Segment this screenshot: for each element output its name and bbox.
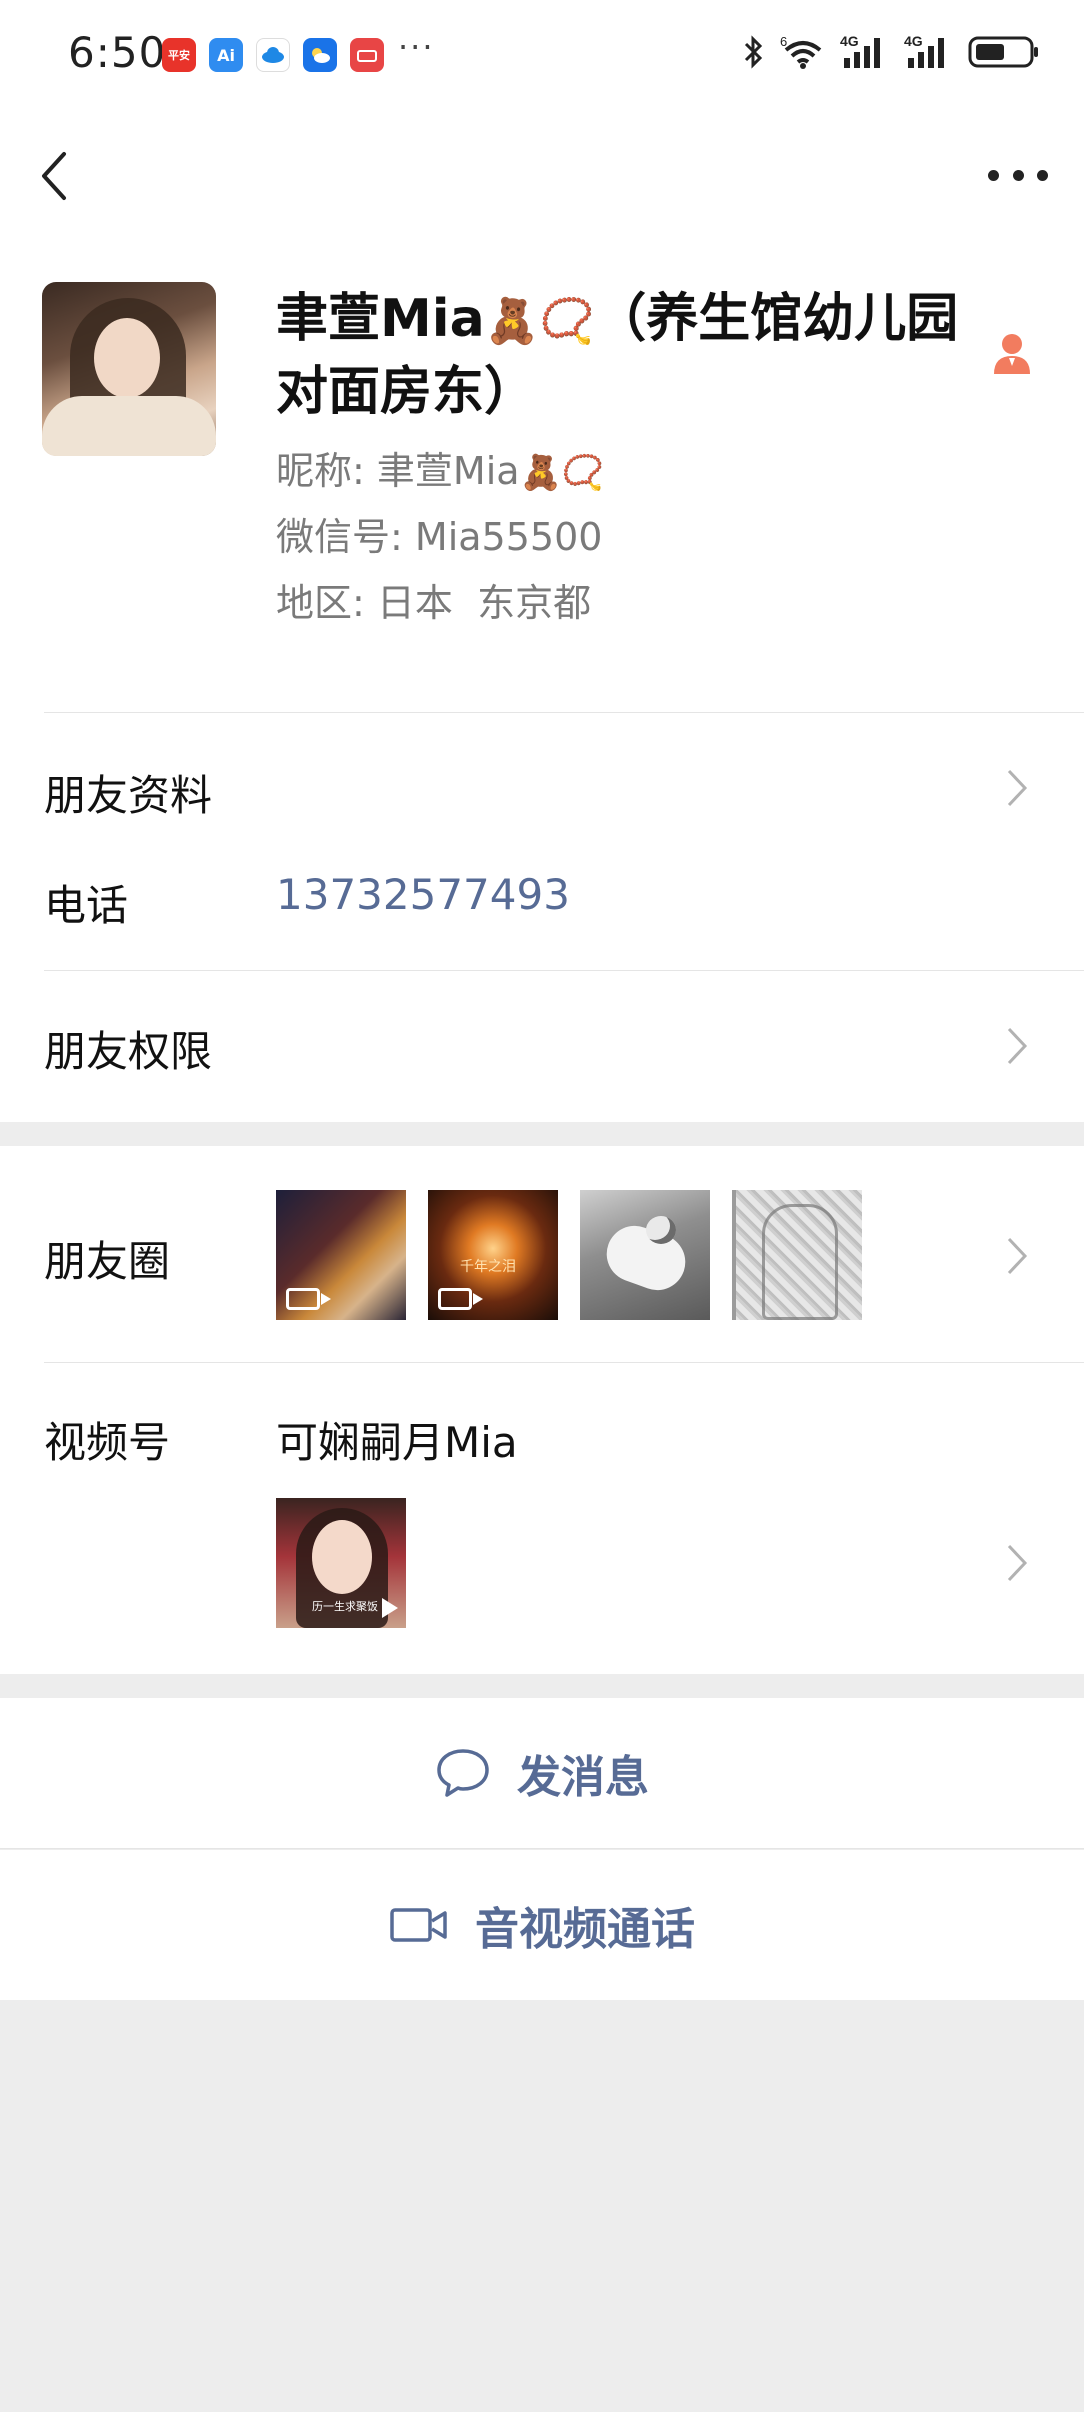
- channels-video-thumbnail[interactable]: 历一生求聚饭: [276, 1498, 406, 1628]
- moments-row[interactable]: 朋友圈 千年之泪: [0, 1146, 1084, 1362]
- phone-label: 电话: [44, 881, 129, 930]
- svg-text:6: 6: [780, 34, 787, 49]
- nickname-emoji: 🧸📿: [519, 453, 605, 493]
- bluetooth-icon: [744, 35, 763, 69]
- chat-bubble-icon: [437, 1749, 489, 1797]
- pingan-bank-app-icon: 平安: [162, 38, 196, 72]
- moment-thumbnail: [732, 1190, 862, 1320]
- cloud-app-icon: [256, 38, 290, 72]
- cellular-signal-1-icon: 4G: [840, 34, 880, 68]
- status-right-cluster: 6 4G 4G: [742, 34, 1040, 70]
- svg-text:4G: 4G: [840, 34, 859, 49]
- send-message-button[interactable]: 发消息: [0, 1698, 1084, 1848]
- display-name: 聿萱Mia🧸📿（养生馆幼儿园对面房东）: [276, 289, 959, 422]
- status-time: 6:50: [68, 28, 167, 77]
- video-camera-icon: [286, 1288, 331, 1310]
- cellular-signal-2-icon: 4G: [904, 34, 944, 68]
- notification-app-icons: 平安 Ai: [162, 38, 384, 72]
- chevron-right-icon: [1007, 1544, 1028, 1582]
- chevron-right-icon: [1007, 1027, 1028, 1065]
- channels-label: 视频号: [44, 1418, 171, 1467]
- chevron-right-icon: [1007, 1237, 1028, 1275]
- friend-profile-label: 朋友资料: [44, 771, 213, 820]
- profile-header: 聿萱Mia🧸📿（养生馆幼儿园对面房东） 昵称: 聿萱Mia🧸📿 微信号: Mia…: [0, 240, 1084, 710]
- friend-permissions-row[interactable]: 朋友权限: [0, 972, 1084, 1122]
- social-card: 朋友圈 千年之泪 视频号 可娴嗣月Mia 历一生求聚饭: [0, 1146, 1084, 1674]
- channels-row[interactable]: 视频号 可娴嗣月Mia 历一生求聚饭: [0, 1363, 1084, 1673]
- av-call-button[interactable]: 音视频通话: [0, 1850, 1084, 2000]
- ai-app-icon: Ai: [209, 38, 243, 72]
- video-camera-icon: [438, 1288, 483, 1310]
- chevron-right-icon: [1007, 769, 1028, 807]
- more-options-icon[interactable]: [988, 160, 1048, 190]
- wechat-id-line: 微信号: Mia55500: [276, 515, 603, 559]
- phone-row: 电话 13732577493: [0, 860, 1084, 980]
- friend-profile-row[interactable]: 朋友资料: [0, 710, 1084, 860]
- friend-permissions-label: 朋友权限: [44, 1027, 213, 1076]
- moments-thumbnails: 千年之泪: [276, 1190, 862, 1320]
- huawei-app-icon: [350, 38, 384, 72]
- wifi-icon: 6: [780, 34, 822, 69]
- status-bar: 6:50 平安 Ai ··· 6 4G 4G: [0, 0, 1084, 110]
- channels-name: 可娴嗣月Mia: [276, 1418, 518, 1467]
- nav-bar: [0, 110, 1084, 240]
- battery-icon: [968, 36, 1038, 68]
- more-notifications-icon: ···: [398, 28, 435, 66]
- moments-label: 朋友圈: [44, 1237, 171, 1286]
- weather-app-icon: [303, 38, 337, 72]
- avatar[interactable]: [42, 282, 216, 456]
- moment-thumbnail: 千年之泪: [428, 1190, 558, 1320]
- svg-text:4G: 4G: [904, 34, 923, 49]
- contact-info-card: 朋友资料 电话 13732577493 朋友权限: [0, 710, 1084, 1122]
- back-arrow-icon[interactable]: [34, 148, 78, 204]
- send-message-label: 发消息: [517, 1752, 649, 1803]
- phone-number-link[interactable]: 13732577493: [276, 870, 570, 919]
- av-call-label: 音视频通话: [475, 1904, 695, 1955]
- video-call-icon: [390, 1908, 447, 1942]
- region-line: 地区: 日本 东京都: [276, 581, 592, 625]
- contact-person-icon[interactable]: [992, 332, 1032, 376]
- name-emoji: 🧸📿: [484, 296, 595, 347]
- nickname-line: 昵称: 聿萱Mia🧸📿: [276, 449, 605, 493]
- moment-thumbnail: [276, 1190, 406, 1320]
- play-icon: [382, 1598, 398, 1618]
- moment-thumbnail: [580, 1190, 710, 1320]
